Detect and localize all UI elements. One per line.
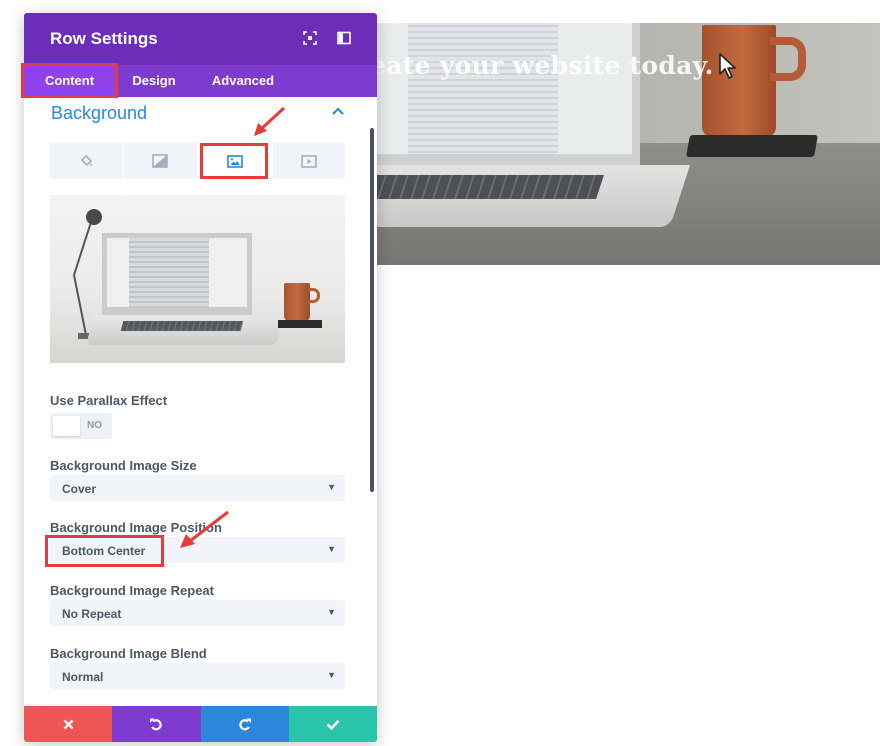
row-settings-modal: Row Settings Content Design Advanced Bac… — [24, 13, 377, 742]
background-color-tab[interactable] — [50, 143, 123, 179]
preview-laptop-keyboard — [120, 321, 244, 331]
hero-mug-handle — [770, 37, 806, 81]
image-position-select[interactable]: Bottom Center ▼ — [50, 537, 345, 563]
parallax-label: Use Parallax Effect — [50, 393, 168, 408]
preview-mug — [284, 283, 310, 321]
dropdown-arrow-icon: ▼ — [327, 607, 336, 617]
background-gradient-tab[interactable] — [124, 143, 197, 179]
section-title-background[interactable]: Background — [51, 103, 147, 124]
toggle-knob — [53, 416, 80, 436]
tab-content[interactable]: Content — [24, 65, 115, 97]
hero-coaster — [686, 135, 818, 157]
image-blend-select[interactable]: Normal ▼ — [50, 663, 345, 689]
redo-button[interactable] — [200, 706, 289, 742]
preview-coaster — [278, 320, 322, 328]
close-icon — [63, 719, 74, 729]
image-position-value: Bottom Center — [62, 544, 146, 558]
background-type-tabs — [50, 143, 345, 179]
undo-icon — [150, 718, 163, 731]
modal-tabs: Content Design Advanced — [24, 65, 377, 97]
image-repeat-select[interactable]: No Repeat ▼ — [50, 600, 345, 626]
gradient-icon — [152, 154, 169, 168]
image-blend-value: Normal — [62, 670, 104, 684]
modal-header: Row Settings — [24, 13, 377, 65]
dropdown-arrow-icon: ▼ — [327, 670, 336, 680]
chevron-up-icon[interactable] — [332, 107, 344, 115]
redo-icon — [238, 718, 251, 731]
video-icon — [301, 154, 317, 168]
hero-headline: eate your website today. — [370, 51, 714, 80]
image-size-select[interactable]: Cover ▼ — [50, 475, 345, 501]
preview-mug-handle — [308, 288, 320, 303]
parallax-toggle[interactable]: NO — [50, 413, 112, 439]
hero-laptop-keyboard — [346, 175, 604, 199]
image-blend-label: Background Image Blend — [50, 646, 207, 661]
discard-button[interactable] — [24, 706, 113, 742]
image-position-label: Background Image Position — [50, 520, 222, 535]
check-icon — [326, 719, 340, 730]
dock-panel-icon[interactable] — [337, 31, 351, 45]
background-image-preview[interactable] — [50, 195, 345, 363]
modal-scrollbar[interactable] — [370, 128, 374, 492]
image-repeat-label: Background Image Repeat — [50, 583, 214, 598]
paint-bucket-icon — [80, 154, 92, 166]
dropdown-arrow-icon: ▼ — [327, 544, 336, 554]
mouse-cursor-icon — [719, 53, 736, 79]
fullscreen-icon[interactable] — [303, 31, 317, 45]
undo-button[interactable] — [112, 706, 201, 742]
tab-advanced[interactable]: Advanced — [202, 65, 284, 97]
modal-footer — [24, 706, 377, 742]
image-repeat-value: No Repeat — [62, 607, 122, 621]
hero-mug — [702, 25, 776, 137]
tab-design[interactable]: Design — [119, 65, 189, 97]
image-size-label: Background Image Size — [50, 458, 197, 473]
background-image-tab[interactable] — [198, 143, 271, 179]
modal-title: Row Settings — [50, 29, 158, 48]
toggle-state: NO — [87, 420, 102, 431]
image-size-value: Cover — [62, 482, 97, 496]
image-icon — [226, 154, 243, 168]
preview-laptop-screen — [102, 233, 252, 315]
save-button[interactable] — [288, 706, 377, 742]
dropdown-arrow-icon: ▼ — [327, 482, 336, 492]
background-video-tab[interactable] — [272, 143, 345, 179]
